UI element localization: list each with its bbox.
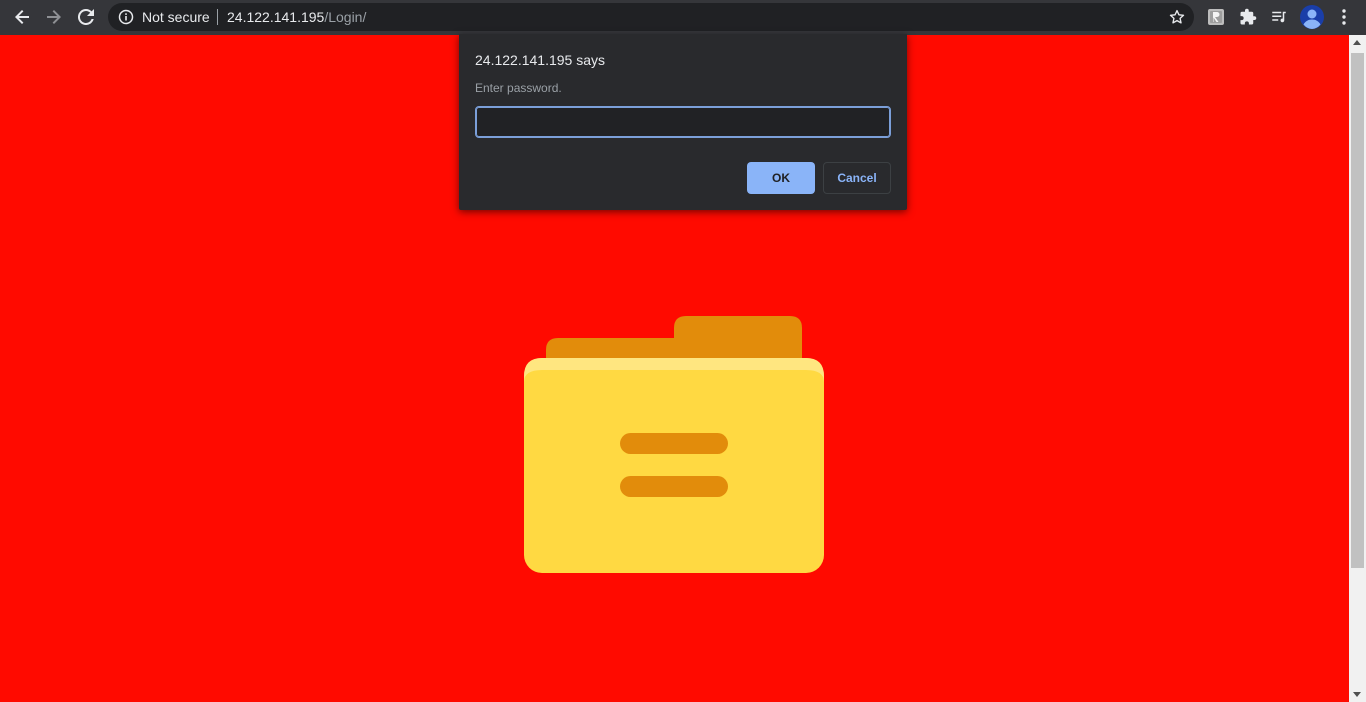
security-status-label[interactable]: Not secure — [142, 9, 210, 25]
extension-r-button[interactable] — [1202, 3, 1230, 31]
dialog-title: 24.122.141.195 says — [475, 52, 605, 68]
reload-icon — [78, 9, 94, 25]
ok-button[interactable]: OK — [747, 162, 815, 194]
scroll-down-arrow[interactable] — [1353, 692, 1361, 697]
more-menu-button[interactable] — [1330, 3, 1358, 31]
extension-r-icon — [1208, 9, 1224, 25]
forward-button[interactable] — [40, 3, 68, 31]
folder-icon — [524, 316, 824, 573]
password-prompt-dialog: 24.122.141.195 says Enter password. OK C… — [459, 34, 907, 210]
scroll-up-arrow[interactable] — [1353, 40, 1361, 45]
address-bar[interactable]: Not secure 24.122.141.195/Login/ — [108, 3, 1194, 31]
cancel-button[interactable]: Cancel — [823, 162, 891, 194]
media-queue-icon — [1272, 11, 1286, 23]
info-icon[interactable] — [118, 9, 134, 25]
dialog-message: Enter password. — [475, 81, 562, 95]
star-icon[interactable] — [1168, 8, 1186, 26]
profile-button[interactable] — [1298, 3, 1326, 31]
url-host: 24.122.141.195 — [227, 9, 325, 25]
more-menu-icon — [1342, 9, 1346, 25]
back-icon — [15, 10, 29, 24]
password-input[interactable] — [475, 106, 891, 138]
profile-avatar-icon — [1300, 5, 1324, 29]
reload-button[interactable] — [72, 3, 100, 31]
back-button[interactable] — [8, 3, 36, 31]
forward-icon — [47, 10, 61, 24]
omnibox-divider — [217, 9, 218, 25]
browser-toolbar: Not secure 24.122.141.195/Login/ — [0, 0, 1366, 35]
puzzle-icon — [1240, 8, 1257, 25]
scroll-thumb[interactable] — [1351, 53, 1364, 568]
extensions-button[interactable] — [1234, 3, 1262, 31]
media-queue-button[interactable] — [1265, 3, 1293, 31]
url-path: /Login/ — [324, 9, 367, 25]
url-text[interactable]: 24.122.141.195/Login/ — [227, 9, 366, 25]
vertical-scrollbar[interactable] — [1349, 35, 1366, 702]
